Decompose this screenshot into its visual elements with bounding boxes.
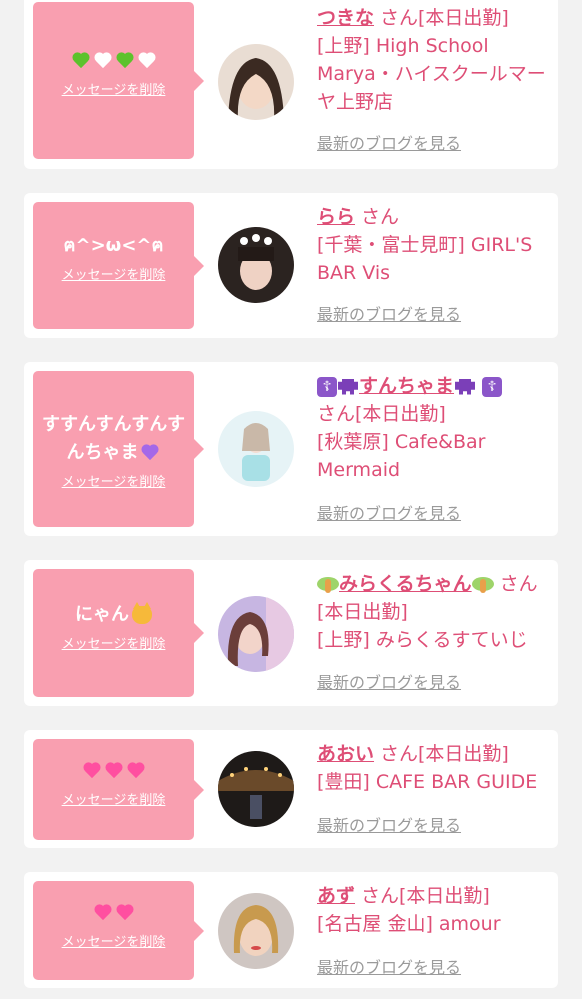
purple-heart-icon <box>141 445 159 461</box>
latest-blog-link[interactable]: 最新のブログを見る <box>317 815 461 837</box>
delete-message-link[interactable]: メッセージを削除 <box>39 266 188 286</box>
cast-info: ☦ すんちゃま ☦ さん[本日出勤] [秋葉原] Cafe&Bar Mermaid <box>317 372 549 484</box>
cross-icon: ☦ <box>317 376 337 397</box>
shop-name: [上野] みらくるすていじ <box>317 629 528 651</box>
message-card: メッセージを削除 あおい さん[本日出勤] [豊田] CAFE BAR GUIDE… <box>24 730 558 848</box>
avatar[interactable] <box>218 227 294 303</box>
sparkling-heart-icon <box>116 905 134 921</box>
cast-name-link[interactable]: ☦ すんちゃま <box>317 375 476 397</box>
avatar[interactable] <box>218 44 294 120</box>
white-heart-icon <box>94 53 112 69</box>
message-bubble: ฅ^>ω<^ฅ メッセージを削除 <box>33 202 204 329</box>
avatar-photo <box>218 596 294 672</box>
fairy-icon <box>471 575 494 595</box>
fairy-icon <box>317 575 339 595</box>
message-bubble: すすんすんすんすんちゃま メッセージを削除 <box>33 371 204 527</box>
cast-status: さん[本日出勤] <box>361 885 490 907</box>
cast-name-link[interactable]: らら <box>317 206 355 228</box>
avatar-photo <box>218 893 294 969</box>
avatar-photo <box>218 44 294 120</box>
delete-message-link[interactable]: メッセージを削除 <box>39 635 188 655</box>
shop-name: [秋葉原] Cafe&Bar Mermaid <box>317 431 486 481</box>
delete-message-link[interactable]: メッセージを削除 <box>39 81 188 101</box>
message-text <box>39 899 188 927</box>
shop-name: [千葉・富士見町] GIRL'S BAR Vis <box>317 234 533 284</box>
cast-name-link[interactable]: あず <box>317 885 355 907</box>
cast-status: さん[本日出勤] <box>380 743 509 765</box>
cast-info: つきな さん[本日出勤] [上野] High School Marya・ハイスクー… <box>317 4 549 116</box>
shop-name: [名古屋 金山] amour <box>317 913 501 935</box>
latest-blog-link[interactable]: 最新のブログを見る <box>317 957 461 979</box>
latest-blog-link[interactable]: 最新のブログを見る <box>317 133 461 155</box>
latest-blog-link[interactable]: 最新のブログを見る <box>317 672 461 694</box>
latest-blog-link[interactable]: 最新のブログを見る <box>317 304 461 326</box>
message-text: にゃん <box>39 601 188 629</box>
avatar[interactable] <box>218 411 294 487</box>
alien-monster-icon <box>338 378 358 395</box>
avatar[interactable] <box>218 893 294 969</box>
message-bubble: メッセージを削除 <box>33 739 204 840</box>
revolving-hearts-icon <box>127 763 145 779</box>
message-card: すすんすんすんすんちゃま メッセージを削除 ☦ すんちゃま ☦ さん[本日出勤] … <box>24 362 558 536</box>
message-text <box>39 757 188 785</box>
cross-icon: ☦ <box>482 376 503 397</box>
message-card: メッセージを削除 あず さん[本日出勤] [名古屋 金山] amour 最新のブロ… <box>24 872 558 988</box>
message-card: ฅ^>ω<^ฅ メッセージを削除 らら さん [千葉・富士見町] GIRL'S B… <box>24 193 558 338</box>
avatar[interactable] <box>218 596 294 672</box>
green-heart-icon <box>72 53 90 69</box>
message-text: ฅ^>ω<^ฅ <box>63 235 164 256</box>
cast-info: みらくるちゃん さん[本日出勤] [上野] みらくるすていじ <box>317 570 549 654</box>
message-bubble: メッセージを削除 <box>33 2 204 159</box>
avatar-photo <box>218 751 294 827</box>
message-card: メッセージを削除 つきな さん[本日出勤] [上野] High School Ma… <box>24 0 558 169</box>
white-heart-icon <box>138 53 156 69</box>
avatar-photo <box>218 411 294 487</box>
alien-monster-icon <box>455 378 476 395</box>
message-bubble: メッセージを削除 <box>33 881 204 980</box>
green-heart-icon <box>116 53 134 69</box>
latest-blog-link[interactable]: 最新のブログを見る <box>317 503 461 525</box>
cast-status: さん <box>361 206 400 228</box>
cast-name-link[interactable]: みらくるちゃん <box>317 573 494 595</box>
message-text <box>39 47 188 75</box>
cat-face-icon <box>132 602 152 624</box>
cast-info: あおい さん[本日出勤] [豊田] CAFE BAR GUIDE <box>317 740 549 796</box>
cast-status: さん[本日出勤] <box>380 7 509 29</box>
shop-name: [豊田] CAFE BAR GUIDE <box>317 771 538 793</box>
cast-status: さん[本日出勤] <box>317 403 446 425</box>
message-text: すすんすんすんすんちゃま <box>42 414 185 463</box>
message-card: にゃん メッセージを削除 みらくるちゃん さん[本日出勤] [上野] みらくるすて… <box>24 560 558 706</box>
sparkling-heart-icon <box>94 905 112 921</box>
avatar-photo <box>218 227 294 303</box>
message-bubble: にゃん メッセージを削除 <box>33 569 204 697</box>
cast-info: あず さん[本日出勤] [名古屋 金山] amour <box>317 882 549 938</box>
delete-message-link[interactable]: メッセージを削除 <box>39 473 188 493</box>
cast-info: らら さん [千葉・富士見町] GIRL'S BAR Vis <box>317 203 549 287</box>
revolving-hearts-icon <box>105 763 123 779</box>
delete-message-link[interactable]: メッセージを削除 <box>39 791 188 811</box>
cast-name-link[interactable]: つきな <box>317 7 374 29</box>
shop-name: [上野] High School Marya・ハイスクールマーヤ上野店 <box>317 35 546 113</box>
cast-name-link[interactable]: あおい <box>317 743 374 765</box>
revolving-hearts-icon <box>83 763 101 779</box>
avatar[interactable] <box>218 751 294 827</box>
delete-message-link[interactable]: メッセージを削除 <box>39 933 188 953</box>
